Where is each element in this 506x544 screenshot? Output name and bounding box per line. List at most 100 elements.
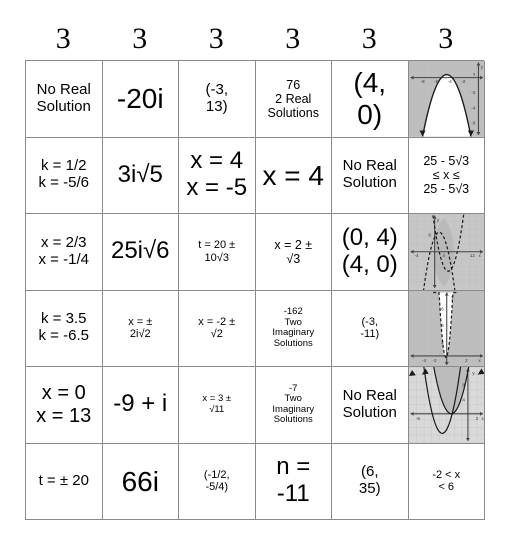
bingo-cell[interactable]: 3i√5 xyxy=(102,137,179,214)
bingo-cell-line: x = 4 xyxy=(190,147,244,175)
bingo-cell-line: -9 + i xyxy=(113,390,168,418)
bingo-cell[interactable]: x = ±2i√2 xyxy=(102,290,179,367)
bingo-card-header-row: 3 3 3 3 3 3 xyxy=(25,18,484,60)
svg-text:-4: -4 xyxy=(447,79,452,84)
bingo-cell-line: 2i√2 xyxy=(129,328,151,341)
svg-text:12: 12 xyxy=(469,253,475,258)
svg-text:4: 4 xyxy=(462,398,465,403)
bingo-cell-graph[interactable]: -6 2 x y 8 4 xyxy=(408,367,485,444)
bingo-cell[interactable]: x = -2 ± √2 xyxy=(179,290,256,367)
bingo-cell[interactable]: x = 0x = 13 xyxy=(26,367,103,444)
bingo-card-grid: No Real Solution -20i (-3, 13) 76 2 Real Soluti… xyxy=(25,60,485,520)
bingo-cell[interactable]: k = 1/2 k = -5/6 xyxy=(26,137,103,214)
bingo-cell-line: -5/4) xyxy=(205,481,229,494)
narrow-parabola-up-dashed-icon: -4 -2 2 x y 6 4 2 xyxy=(408,290,484,366)
bingo-cell[interactable]: No Real Solution xyxy=(26,61,103,138)
svg-text:-6: -6 xyxy=(416,416,421,421)
svg-text:-6: -6 xyxy=(471,120,476,125)
bingo-cell-line: 66i xyxy=(121,465,159,497)
bingo-cell-line: x = 2 ± xyxy=(274,237,313,252)
bingo-cell-line: 25 - 5√3 xyxy=(423,154,470,169)
bingo-header-cell: 3 xyxy=(285,22,301,55)
bingo-cell-line: 35) xyxy=(358,480,381,498)
svg-text:-4: -4 xyxy=(471,105,476,110)
bingo-cell-line: 25i√6 xyxy=(110,237,170,265)
bingo-cell[interactable]: (6, 35) xyxy=(332,443,409,520)
bingo-cell[interactable]: -9 + i xyxy=(102,367,179,444)
bingo-cell-line: x = -2 ± xyxy=(198,315,236,328)
bingo-cell-line: (-3, xyxy=(205,80,229,98)
bingo-cell-line: √3 xyxy=(286,251,301,266)
bingo-cell-line: (-3, xyxy=(361,315,379,328)
bingo-cell-line: 0) xyxy=(357,98,383,130)
bingo-cell-line: No Real xyxy=(36,80,91,98)
bingo-cell-line: 25 - 5√3 xyxy=(423,182,470,197)
bingo-cell-line: -11 xyxy=(276,480,310,508)
bingo-cell-line: k = -5/6 xyxy=(38,174,89,192)
bingo-cell-line: (4, xyxy=(353,67,387,99)
bingo-cell[interactable]: No Real Solution xyxy=(332,367,409,444)
bingo-cell-line: Solution xyxy=(36,97,91,115)
bingo-cell[interactable]: x = 4 xyxy=(255,137,332,214)
bingo-cell-line: x = -1/4 xyxy=(38,250,89,268)
bingo-cell-line: -2 < x xyxy=(432,468,461,481)
bingo-row: x = 2/3 x = -1/4 25i√6 t = 20 ±10√3 x = 2 ± √… xyxy=(26,214,485,291)
bingo-cell[interactable]: -2 < x < 6 xyxy=(408,443,485,520)
svg-text:-2: -2 xyxy=(432,357,437,362)
bingo-cell-line: t = 20 ± xyxy=(198,239,236,252)
svg-text:-4: -4 xyxy=(414,253,419,258)
bingo-header-cell: 3 xyxy=(208,22,224,55)
bingo-cell[interactable]: -7 Two Imaginary Solutions xyxy=(255,367,332,444)
bingo-cell[interactable]: (-3, 13) xyxy=(179,61,256,138)
bingo-cell-line: (-1/2, xyxy=(203,468,230,481)
bingo-cell[interactable]: t = ± 20 xyxy=(26,443,103,520)
bingo-cell[interactable]: x = 2 ± √3 xyxy=(255,214,332,291)
bingo-cell[interactable]: x = 2/3 x = -1/4 xyxy=(26,214,103,291)
bingo-cell-line: Solutions xyxy=(267,105,319,120)
bingo-header-cell: 3 xyxy=(132,22,148,55)
bingo-cell[interactable]: (0, 4) (4, 0) xyxy=(332,214,409,291)
bingo-cell-line: x = ± xyxy=(128,315,153,328)
bingo-cell[interactable]: n = -11 xyxy=(255,443,332,520)
bingo-cell-line: k = 1/2 xyxy=(41,157,87,175)
bingo-cell[interactable]: -20i xyxy=(102,61,179,138)
bingo-cell-line: √2 xyxy=(210,328,223,341)
bingo-cell[interactable]: -162 Two Imaginary Solutions xyxy=(255,290,332,367)
parabola-down-shaded-outside-icon: -8 -6 -4 -2 x y -2 -4 -6 xyxy=(408,61,484,137)
bingo-cell[interactable]: 25 - 5√3 ≤ x ≤25 - 5√3 xyxy=(408,137,485,214)
bingo-cell-line: 10√3 xyxy=(204,251,229,264)
svg-text:-8: -8 xyxy=(420,79,425,84)
bingo-cell-line: -11) xyxy=(360,328,380,341)
bingo-cell-graph[interactable]: -4 -2 2 x y 6 4 2 xyxy=(408,290,485,367)
bingo-cell-line: x = 0 xyxy=(41,382,86,405)
bingo-cell-line: -20i xyxy=(116,83,164,115)
bingo-cell-line: Solution xyxy=(342,174,397,192)
bingo-cell-graph[interactable]: -4 4 12 x y 8 xyxy=(408,214,485,291)
two-parabolas-lens-shaded-icon: -4 4 12 x y 8 xyxy=(408,214,484,290)
bingo-cell-line: 3i√5 xyxy=(117,160,163,188)
svg-text:-2: -2 xyxy=(471,90,476,95)
bingo-cell[interactable]: No Real Solution xyxy=(332,137,409,214)
bingo-cell[interactable]: 25i√6 xyxy=(102,214,179,291)
bingo-cell[interactable]: 66i xyxy=(102,443,179,520)
bingo-cell-line: No Real xyxy=(342,157,397,175)
bingo-cell-line: t = ± 20 xyxy=(38,471,89,489)
bingo-cell-line: x = 2/3 xyxy=(41,233,87,251)
bingo-cell-line: Solutions xyxy=(273,337,313,349)
bingo-cell[interactable]: x = 4x = -5 xyxy=(179,137,256,214)
bingo-cell[interactable]: x = 3 ± √11 xyxy=(179,367,256,444)
bingo-cell[interactable]: (4, 0) xyxy=(332,61,409,138)
bingo-cell[interactable]: (-1/2, -5/4) xyxy=(179,443,256,520)
bingo-cell[interactable]: (-3, -11) xyxy=(332,290,409,367)
bingo-row: t = ± 20 66i (-1/2, -5/4) n = -11 (6, 35) -2 < x… xyxy=(26,443,485,520)
bingo-row: k = 1/2 k = -5/6 3i√5 x = 4x = -5 x = 4 No Re… xyxy=(26,137,485,214)
bingo-cell-line: 76 xyxy=(286,77,301,92)
svg-text:-2: -2 xyxy=(461,79,466,84)
bingo-cell[interactable]: 76 2 Real Solutions xyxy=(255,61,332,138)
bingo-cell[interactable]: t = 20 ±10√3 xyxy=(179,214,256,291)
two-parabolas-up-shaded-between-icon: -6 2 x y 8 4 xyxy=(408,367,484,443)
bingo-cell-line: No Real xyxy=(342,386,397,404)
bingo-cell-graph[interactable]: -8 -6 -4 -2 x y -2 -4 -6 xyxy=(408,61,485,138)
bingo-cell-line: k = 3.5 xyxy=(41,310,87,328)
bingo-cell[interactable]: k = 3.5 k = -6.5 xyxy=(26,290,103,367)
